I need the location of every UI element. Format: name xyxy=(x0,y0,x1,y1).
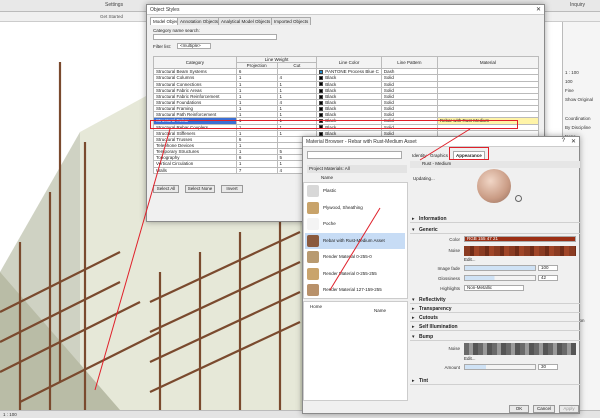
annotation-arrows xyxy=(94,128,471,391)
